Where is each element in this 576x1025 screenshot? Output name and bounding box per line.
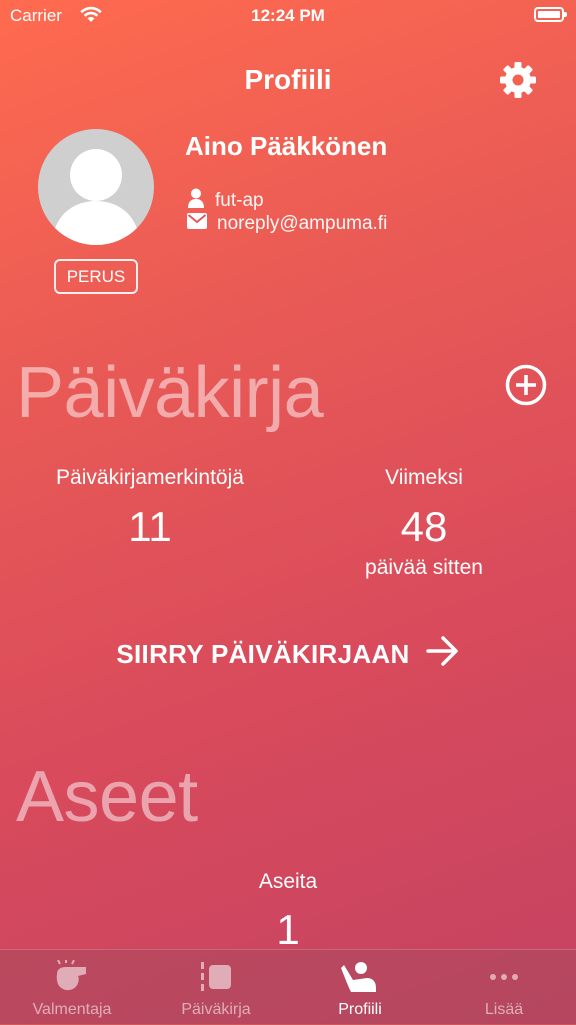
weapons-count-label: Aseita (258, 870, 318, 893)
whistle-icon (52, 959, 92, 999)
tab-lisaa[interactable]: Lisää (432, 950, 576, 1025)
page-title: Profiili (244, 64, 332, 95)
username-row: fut-ap (187, 188, 264, 214)
last-entry-days: 48 (400, 503, 448, 550)
arrow-right-icon (425, 636, 460, 673)
membership-badge: PERUS (54, 259, 138, 294)
weapons-heading: Aseet (16, 757, 198, 837)
tab-bar: Valmentaja Päiväkirja Profiili Lisää (0, 949, 576, 1025)
tab-label: Päiväkirja (181, 1001, 251, 1018)
entries-count: 11 (128, 503, 172, 550)
entries-label: Päiväkirjamerkintöjä (56, 466, 244, 489)
tab-paivakirja[interactable]: Päiväkirja (144, 950, 288, 1025)
status-bar: Carrier 12:24 PM (0, 0, 576, 34)
clock: 12:24 PM (251, 6, 325, 25)
envelope-icon (187, 213, 207, 235)
diary-heading: Päiväkirja (16, 353, 324, 433)
tab-profiili[interactable]: Profiili (288, 950, 432, 1025)
tab-label: Profiili (338, 1001, 382, 1018)
avatar[interactable] (38, 129, 154, 245)
user-icon (187, 188, 205, 214)
tab-valmentaja[interactable]: Valmentaja (0, 950, 144, 1025)
goto-diary-button[interactable]: SIIRRY PÄIVÄKIRJAAN (0, 636, 576, 673)
last-entry-unit: päivää sitten (365, 556, 483, 579)
diary-icon (199, 960, 233, 999)
profile-name: Aino Pääkkönen (185, 131, 388, 161)
email-text: noreply@ampuma.fi (217, 213, 388, 234)
gear-icon[interactable] (498, 60, 538, 100)
more-icon (487, 960, 521, 999)
battery-icon (534, 7, 567, 22)
last-entry-label: Viimeksi (385, 466, 463, 489)
tab-label: Lisää (484, 1001, 524, 1018)
tab-label: Valmentaja (32, 1001, 112, 1018)
add-entry-icon[interactable] (505, 364, 547, 406)
email-row: noreply@ampuma.fi (187, 213, 387, 235)
username-text: fut-ap (215, 190, 264, 211)
goto-diary-label: SIIRRY PÄIVÄKIRJAAN (116, 639, 410, 669)
profile-icon (341, 960, 379, 999)
weapons-count: 1 (276, 906, 300, 953)
